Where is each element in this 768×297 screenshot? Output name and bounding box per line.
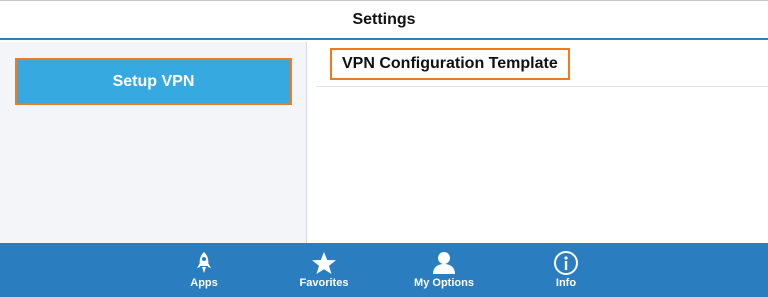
rocket-icon <box>189 250 219 276</box>
sidebar: Setup VPN <box>0 42 307 243</box>
tab-label: Apps <box>190 277 218 289</box>
person-icon <box>429 250 459 276</box>
info-icon <box>551 250 581 276</box>
tab-label: Favorites <box>299 277 349 289</box>
setup-vpn-button[interactable]: Setup VPN <box>15 58 292 105</box>
tab-info[interactable]: Info <box>546 243 586 297</box>
tab-favorites[interactable]: Favorites <box>294 243 354 297</box>
tab-bar: Apps Favorites My Options Info <box>0 243 768 297</box>
main-content: VPN Configuration Template <box>308 42 768 243</box>
list-item[interactable]: VPN Configuration Template <box>316 42 768 87</box>
tab-label: Info <box>555 277 577 289</box>
tab-label: My Options <box>414 277 474 289</box>
tab-my-options[interactable]: My Options <box>409 243 479 297</box>
page-title: Settings <box>352 10 416 28</box>
vpn-configuration-template-item[interactable]: VPN Configuration Template <box>330 48 570 80</box>
star-icon <box>309 250 339 276</box>
header-bar: Settings <box>0 0 768 40</box>
tab-apps[interactable]: Apps <box>184 243 224 297</box>
